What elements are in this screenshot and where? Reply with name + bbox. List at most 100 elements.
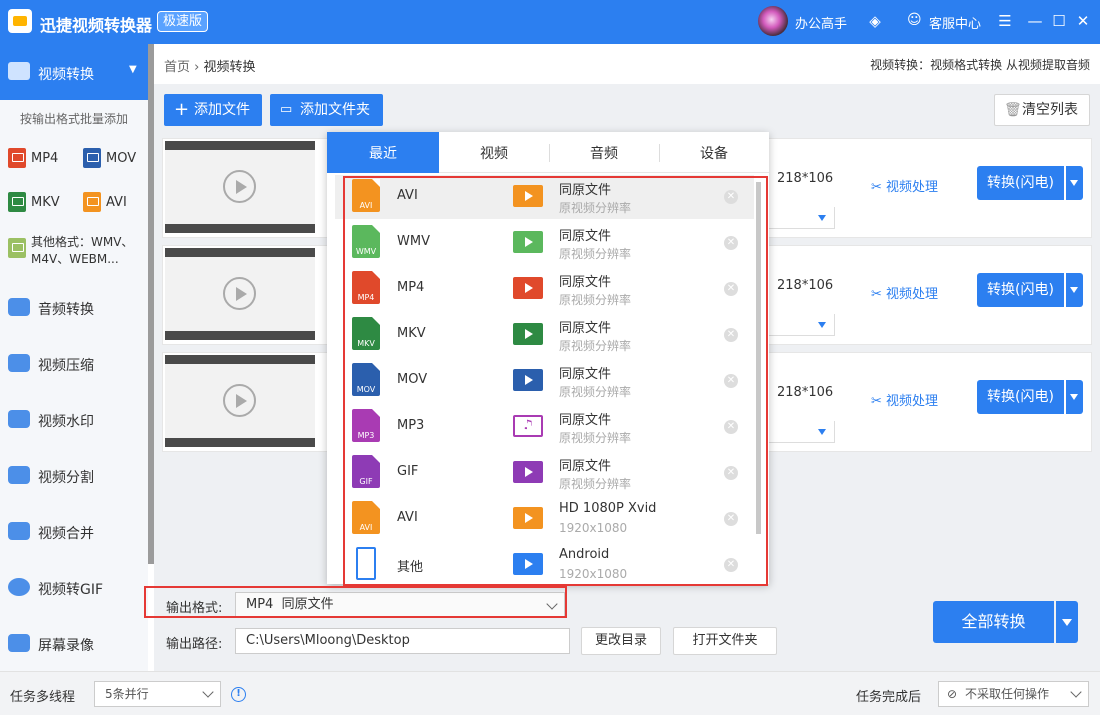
play-icon[interactable] [223, 170, 256, 203]
title-bar: 迅捷视频转换器 极速版 办公高手 ◈ ☺ 客服中心 ☰ — ☐ ✕ [0, 0, 1100, 44]
play-icon[interactable] [223, 277, 256, 310]
toolbar: + 添加文件 ▭ 添加文件夹 🗑 清空列表 [154, 84, 1100, 134]
video-compress-icon [8, 354, 30, 372]
sidebar-item-label: 视频压缩 [38, 358, 94, 374]
tab-video[interactable]: 视频 [439, 132, 549, 173]
tab-audio[interactable]: 音频 [549, 132, 659, 173]
video-process-link[interactable]: ✂ 视频处理 [871, 390, 938, 409]
screen-record-icon [8, 634, 30, 652]
button-label: 清空列表 [1022, 102, 1078, 118]
video-process-link[interactable]: ✂ 视频处理 [871, 176, 938, 195]
format-label: AVI [106, 195, 127, 210]
batch-add-label: 按输出格式批量添加 [19, 112, 128, 126]
resolution-select[interactable] [763, 314, 835, 336]
chevron-down-icon [202, 686, 214, 698]
watermark-icon [8, 410, 30, 428]
after-task-value: 不采取任何操作 [965, 687, 1050, 701]
video-thumbnail[interactable] [165, 248, 315, 340]
sidebar-item-label: 屏幕录像 [38, 638, 94, 654]
sidebar-item-video-compress[interactable]: 视频压缩 [0, 335, 148, 391]
add-folder-button[interactable]: ▭ 添加文件夹 [270, 94, 383, 126]
convert-button[interactable]: 转换(闪电) [977, 380, 1064, 414]
sidebar: 视频转换 ▼ 按输出格式批量添加 MP4 MOV MKV AVI 其他格式：WM… [0, 44, 148, 671]
user-name[interactable]: 办公高手 [795, 13, 847, 32]
format-tabs: 最近 视频 音频 设备 [327, 132, 769, 173]
convert-button[interactable]: 转换(闪电) [977, 273, 1064, 307]
service-link[interactable]: 客服中心 [929, 13, 981, 32]
sidebar-item-video-convert[interactable]: 视频转换 ▼ [0, 44, 148, 100]
threads-label: 任务多线程 [10, 690, 76, 705]
button-label: 添加文件 [194, 102, 250, 118]
tab-device[interactable]: 设备 [659, 132, 769, 173]
ban-icon: ⊘ [947, 687, 958, 701]
sidebar-item-video-split[interactable]: 视频分割 [0, 447, 148, 503]
audio-convert-icon [8, 298, 30, 316]
sidebar-item-screen-record[interactable]: 屏幕录像 [0, 615, 148, 671]
sidebar-item-audio-convert[interactable]: 音频转换 [0, 279, 148, 335]
sidebar-item-video-watermark[interactable]: 视频水印 [0, 391, 148, 447]
page-tip: 视频转换：视频格式转换 从视频提取音频 [870, 58, 1090, 72]
avi-icon [83, 192, 101, 212]
format-label: 其他格式：WMV、M4V、WEBM... [31, 235, 134, 266]
format-label: MP4 [31, 151, 59, 166]
quick-format-avi[interactable]: AVI [83, 192, 143, 214]
folder-icon: ▭ [280, 102, 293, 117]
resolution-select[interactable] [763, 207, 835, 229]
quick-format-other[interactable]: 其他格式：WMV、M4V、WEBM... [8, 234, 143, 270]
change-dir-button[interactable]: 更改目录 [581, 627, 661, 655]
close-icon[interactable]: ✕ [1072, 10, 1094, 32]
play-icon[interactable] [223, 384, 256, 417]
gif-icon [8, 578, 30, 596]
after-task-label: 任务完成后 [856, 690, 922, 705]
video-process-link[interactable]: ✂ 视频处理 [871, 283, 938, 302]
vip-icon[interactable]: ◈ [866, 12, 884, 30]
chevron-down-icon [1070, 686, 1082, 698]
convert-dropdown-button[interactable] [1066, 380, 1083, 414]
menu-icon[interactable]: ☰ [994, 10, 1016, 32]
quick-format-mov[interactable]: MOV [83, 148, 143, 170]
sidebar-item-label: 视频转换 [38, 67, 94, 83]
sidebar-item-video-to-gif[interactable]: 视频转GIF [0, 559, 148, 615]
chat-icon[interactable]: ☺ [907, 12, 922, 28]
convert-all-dropdown[interactable] [1056, 601, 1078, 643]
breadcrumb-home[interactable]: 首页 [164, 60, 190, 75]
plus-icon: + [174, 99, 190, 120]
resolution-select[interactable] [763, 421, 835, 443]
threads-select[interactable]: 5条并行 [94, 681, 221, 707]
open-folder-button[interactable]: 打开文件夹 [673, 627, 777, 655]
convert-all-button[interactable]: 全部转换 [933, 601, 1054, 643]
tab-recent[interactable]: 最近 [327, 132, 439, 173]
maximize-icon[interactable]: ☐ [1048, 10, 1070, 32]
scissors-icon: ✂ [871, 180, 887, 195]
convert-dropdown-button[interactable] [1066, 166, 1083, 200]
minimize-icon[interactable]: — [1024, 10, 1046, 32]
video-thumbnail[interactable] [165, 141, 315, 233]
convert-dropdown-button[interactable] [1066, 273, 1083, 307]
trash-icon: 🗑 [1004, 102, 1022, 118]
resolution-text: 218*106 [777, 278, 834, 293]
highlight-box [343, 176, 768, 586]
convert-button[interactable]: 转换(闪电) [977, 166, 1064, 200]
mkv-icon [8, 192, 26, 212]
video-thumbnail[interactable] [165, 355, 315, 447]
app-title: 迅捷视频转换器 [40, 16, 153, 35]
mp4-icon [8, 148, 26, 168]
add-file-button[interactable]: + 添加文件 [164, 94, 262, 126]
sidebar-item-video-merge[interactable]: 视频合并 [0, 503, 148, 559]
clear-list-button[interactable]: 🗑 清空列表 [994, 94, 1090, 126]
format-label: MOV [106, 151, 137, 166]
sidebar-item-label: 视频水印 [38, 414, 94, 430]
app-logo [8, 9, 32, 33]
merge-icon [8, 522, 30, 540]
resolution-text: 218*106 [777, 171, 834, 186]
video-convert-icon [8, 62, 30, 80]
after-task-select[interactable]: ⊘ 不采取任何操作 [938, 681, 1089, 707]
info-icon[interactable]: ! [231, 687, 246, 702]
scissors-icon: ✂ [871, 394, 887, 409]
sidebar-item-label: 视频分割 [38, 470, 94, 486]
highlight-box [144, 586, 567, 618]
avatar[interactable] [758, 6, 788, 36]
output-path-field[interactable]: C:\Users\Mloong\Desktop [235, 628, 570, 654]
quick-format-mp4[interactable]: MP4 [8, 148, 74, 170]
quick-format-mkv[interactable]: MKV [8, 192, 74, 214]
